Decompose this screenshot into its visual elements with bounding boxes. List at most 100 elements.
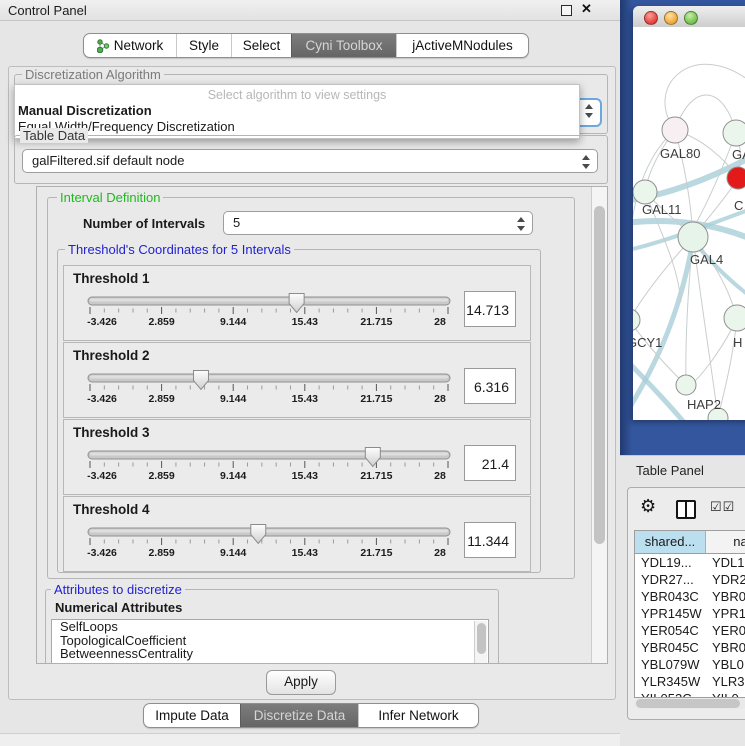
node-attribute-table[interactable]: shared...na YDL19...YDL1YDR27...YDR2YBR0… <box>634 530 745 698</box>
network-node-label: HAP2 <box>687 397 721 412</box>
number-of-intervals-combobox[interactable]: 5 <box>223 211 533 235</box>
table-cell[interactable]: YLR345W <box>635 674 706 691</box>
tab-infer-network[interactable]: Infer Network <box>358 704 478 727</box>
svg-text:2.859: 2.859 <box>148 316 174 328</box>
control-panel-tab-bar: NetworkStyle Select Cyni Toolbox jActiveMNo… <box>83 33 529 58</box>
gear-icon[interactable]: ⚙ <box>640 496 656 517</box>
tab-label: Select <box>243 34 281 57</box>
tab-network[interactable]: Network <box>84 34 176 57</box>
svg-text:2.859: 2.859 <box>148 547 174 559</box>
tab-discretize-data[interactable]: Discretize Data <box>240 704 358 727</box>
combo-stepper-icon <box>582 155 591 169</box>
svg-text:21.715: 21.715 <box>360 316 392 328</box>
table-cell[interactable]: YER0 <box>706 623 745 640</box>
threshold-slider[interactable]: -3.4262.8599.14415.4321.71528 <box>86 521 466 566</box>
split-columns-icon[interactable] <box>676 500 696 519</box>
network-window-titlebar[interactable] <box>633 6 745 28</box>
tab-label: Cyni Toolbox <box>305 34 382 57</box>
svg-text:9.144: 9.144 <box>220 547 246 559</box>
network-node[interactable] <box>633 309 640 331</box>
table-cell[interactable]: YIL0 <box>706 691 745 698</box>
combo-stepper-icon <box>585 104 594 118</box>
table-cell[interactable]: YPR1 <box>706 606 745 623</box>
network-node[interactable] <box>662 117 688 143</box>
table-cell[interactable]: YBL0 <box>706 657 745 674</box>
table-cell[interactable]: YDL19... <box>635 555 706 572</box>
table-header-row: shared...na <box>635 531 745 554</box>
interval-definition-title: Interval Definition <box>57 190 163 205</box>
close-icon[interactable]: ✕ <box>581 1 592 17</box>
svg-text:21.715: 21.715 <box>360 393 392 405</box>
table-cell[interactable]: YLR3 <box>706 674 745 691</box>
network-node[interactable] <box>633 180 657 204</box>
attribute-list-item[interactable]: SelfLoops <box>52 620 488 634</box>
network-node[interactable] <box>727 167 745 189</box>
table-cell[interactable]: YDL1 <box>706 555 745 572</box>
threshold-label: Threshold 1 <box>73 271 150 286</box>
svg-text:15.43: 15.43 <box>292 547 318 559</box>
svg-text:2.859: 2.859 <box>148 470 174 482</box>
table-row[interactable]: YDL19...YDL1 <box>635 555 745 572</box>
network-node[interactable] <box>723 120 745 146</box>
close-traffic-light-icon[interactable] <box>644 11 658 25</box>
table-row[interactable]: YBR045CYBR0 <box>635 640 745 657</box>
column-header[interactable]: na <box>706 531 745 554</box>
attribute-list-item[interactable]: BetweennessCentrality <box>52 647 488 661</box>
number-of-intervals-value: 5 <box>233 212 240 234</box>
network-view-window: GAL80GACGAL11GAL4GCY1HHAP2 <box>633 6 745 420</box>
tab-jactivemnodules[interactable]: jActiveMNodules <box>396 34 528 57</box>
attributes-group-title: Attributes to discretize <box>51 582 185 597</box>
network-node[interactable] <box>676 375 696 395</box>
minimize-traffic-light-icon[interactable] <box>664 11 678 25</box>
table-row[interactable]: YBR043CYBR0 <box>635 589 745 606</box>
table-row[interactable]: YIL052CYIL0 <box>635 691 745 698</box>
table-cell[interactable]: YDR2 <box>706 572 745 589</box>
settings-scrollbar[interactable] <box>591 187 607 663</box>
column-checkboxes-icon[interactable]: ☑☑ <box>710 499 735 515</box>
dropdown-option[interactable]: Manual Discretization <box>18 103 152 118</box>
table-cell[interactable]: YER054C <box>635 623 706 640</box>
table-panel-title: Table Panel <box>636 463 704 478</box>
zoom-traffic-light-icon[interactable] <box>684 11 698 25</box>
tab-impute-data[interactable]: Impute Data <box>144 704 240 727</box>
table-cell[interactable]: YDR27... <box>635 572 706 589</box>
table-row[interactable]: YLR345WYLR3 <box>635 674 745 691</box>
table-cell[interactable]: YBR045C <box>635 640 706 657</box>
network-canvas[interactable]: GAL80GACGAL11GAL4GCY1HHAP2 <box>633 27 745 420</box>
list-scrollbar[interactable] <box>474 621 487 664</box>
table-row[interactable]: YBL079WYBL0 <box>635 657 745 674</box>
table-horizontal-scrollbar[interactable] <box>634 698 745 709</box>
table-cell[interactable]: YBL079W <box>635 657 706 674</box>
svg-text:2.859: 2.859 <box>148 393 174 405</box>
table-cell[interactable]: YIL052C <box>635 691 706 698</box>
table-row[interactable]: YPR145WYPR1 <box>635 606 745 623</box>
network-node[interactable] <box>678 222 708 252</box>
tab-style[interactable]: Style <box>176 34 231 57</box>
table-row[interactable]: YER054CYER0 <box>635 623 745 640</box>
network-node-label: GCY1 <box>633 335 662 350</box>
float-window-icon[interactable] <box>561 5 572 16</box>
numerical-attributes-list[interactable]: SelfLoopsTopologicalCoefficientBetweenne… <box>51 619 489 664</box>
table-cell[interactable]: YBR043C <box>635 589 706 606</box>
table-cell[interactable]: YBR0 <box>706 640 745 657</box>
threshold-value-field[interactable]: 11.344 <box>464 522 516 558</box>
network-graph[interactable]: GAL80GACGAL11GAL4GCY1HHAP2 <box>633 27 745 420</box>
tab-select[interactable]: Select <box>231 34 291 57</box>
table-cell[interactable]: YPR145W <box>635 606 706 623</box>
threshold-value-field[interactable]: 14.713 <box>464 291 516 327</box>
table-row[interactable]: YDR27...YDR2 <box>635 572 745 589</box>
threshold-slider[interactable]: -3.4262.8599.14415.4321.71528 <box>86 444 466 489</box>
threshold-slider[interactable]: -3.4262.8599.14415.4321.71528 <box>86 290 466 335</box>
threshold-slider[interactable]: -3.4262.8599.14415.4321.71528 <box>86 367 466 412</box>
threshold-value-field[interactable]: 21.4 <box>464 445 516 481</box>
network-icon <box>97 39 110 53</box>
network-node[interactable] <box>724 305 745 331</box>
threshold-value-field[interactable]: 6.316 <box>464 368 516 404</box>
attribute-list-item[interactable]: TopologicalCoefficient <box>52 634 488 648</box>
apply-button[interactable]: Apply <box>266 670 336 695</box>
tab-cyni-toolbox[interactable]: Cyni Toolbox <box>291 34 396 57</box>
table-cell[interactable]: YBR0 <box>706 589 745 606</box>
svg-text:21.715: 21.715 <box>360 470 392 482</box>
column-header[interactable]: shared... <box>635 531 706 554</box>
table-data-combobox[interactable]: galFiltered.sif default node <box>22 149 598 173</box>
